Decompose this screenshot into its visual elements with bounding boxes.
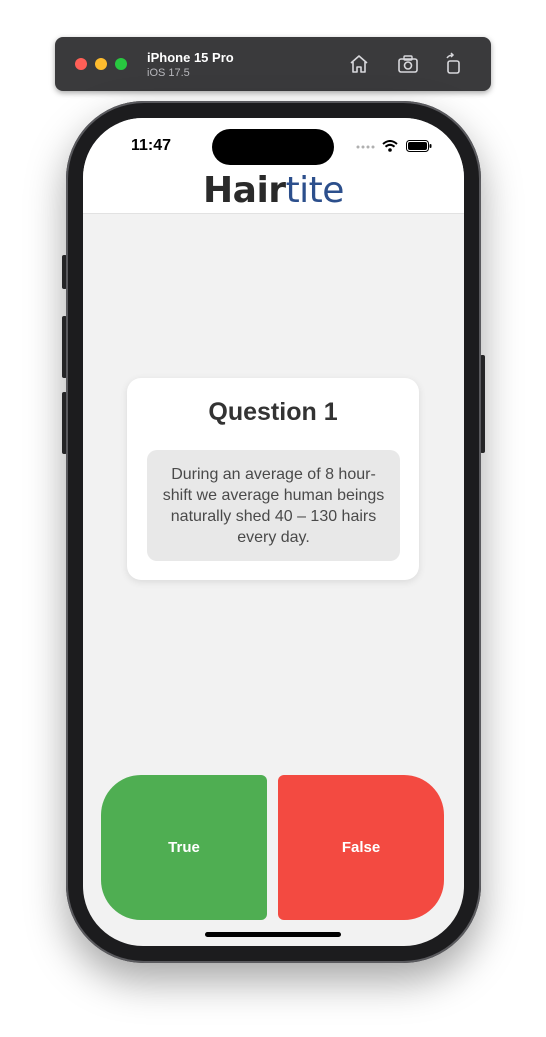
status-time: 11:47 xyxy=(131,137,172,154)
home-indicator[interactable] xyxy=(205,932,341,937)
true-button[interactable]: True xyxy=(101,775,267,920)
question-card: Question 1 During an average of 8 hour-s… xyxy=(127,378,419,580)
os-version: iOS 17.5 xyxy=(147,67,190,79)
rotate-button[interactable] xyxy=(439,50,467,78)
app-header: 11:47 Hair tite xyxy=(83,118,464,214)
screenshot-icon xyxy=(398,55,418,73)
question-title: Question 1 xyxy=(208,398,338,426)
device-name: iPhone 15 Pro xyxy=(147,50,234,65)
rotate-icon xyxy=(446,52,460,74)
simulator-toolbar: iPhone 15 Pro iOS 17.5 xyxy=(55,37,491,91)
signal-dots-icon xyxy=(356,145,375,149)
false-button[interactable]: False xyxy=(278,775,444,920)
home-button[interactable] xyxy=(345,50,373,78)
wifi-icon xyxy=(382,140,398,152)
battery-icon xyxy=(406,140,432,152)
logo-part-tite: tite xyxy=(285,169,345,211)
question-text: During an average of 8 hour-shift we ave… xyxy=(162,466,385,546)
minimize-window-button[interactable] xyxy=(95,58,107,70)
zoom-window-button[interactable] xyxy=(115,58,127,70)
false-button-label: False xyxy=(341,839,381,856)
screenshot-button[interactable] xyxy=(394,50,422,78)
dynamic-island xyxy=(212,129,334,165)
close-window-button[interactable] xyxy=(75,58,87,70)
hairtite-logo: Hair tite xyxy=(83,169,464,211)
home-icon xyxy=(350,55,368,73)
true-button-label: True xyxy=(168,839,200,856)
app-screen: 11:47 Hair tite Question 1 During an aver… xyxy=(83,118,464,946)
question-text-box: During an average of 8 hour-shift we ave… xyxy=(147,450,400,561)
logo-part-hair: Hair xyxy=(203,169,286,211)
